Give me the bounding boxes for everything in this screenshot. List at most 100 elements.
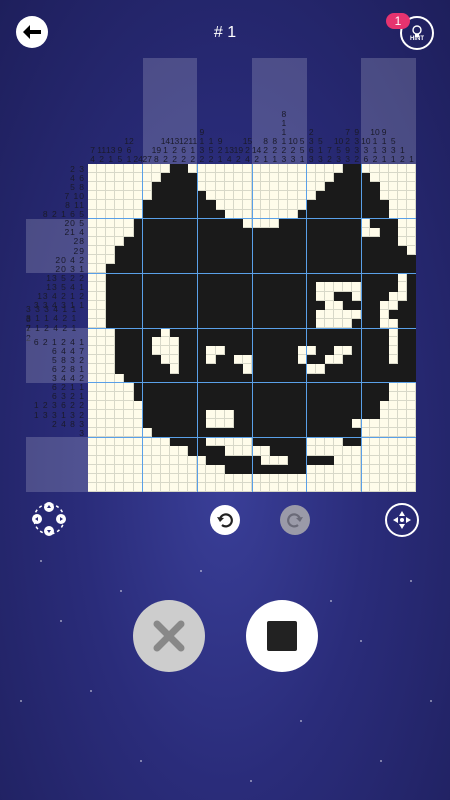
grid-cell[interactable] [306,355,316,365]
grid-cell[interactable] [124,437,134,447]
grid-cell[interactable] [197,191,207,201]
grid-cell[interactable] [160,255,170,265]
grid-cell[interactable] [106,346,116,356]
grid-cell[interactable] [224,328,234,338]
grid-cell[interactable] [97,364,107,374]
grid-cell[interactable] [124,164,134,174]
grid-cell[interactable] [233,391,243,401]
grid-cell[interactable] [106,236,116,246]
grid-cell[interactable] [406,464,416,474]
grid-cell[interactable] [288,337,298,347]
grid-cell[interactable] [124,346,134,356]
grid-cell[interactable] [315,337,325,347]
grid-cell[interactable] [388,200,398,210]
grid-cell[interactable] [215,191,225,201]
grid-cell[interactable] [224,437,234,447]
grid-cell[interactable] [270,410,280,420]
grid-cell[interactable] [379,309,389,319]
grid-cell[interactable] [115,282,125,292]
grid-cell[interactable] [370,164,380,174]
grid-cell[interactable] [142,346,152,356]
grid-cell[interactable] [388,419,398,429]
grid-cell[interactable] [170,328,180,338]
grid-cell[interactable] [279,455,289,465]
grid-cell[interactable] [370,328,380,338]
grid-cell[interactable] [279,255,289,265]
grid-cell[interactable] [179,218,189,228]
grid-cell[interactable] [215,400,225,410]
grid-cell[interactable] [279,246,289,256]
grid-cell[interactable] [388,300,398,310]
grid-cell[interactable] [270,355,280,365]
grid-cell[interactable] [324,191,334,201]
grid-cell[interactable] [334,391,344,401]
grid-cell[interactable] [179,291,189,301]
grid-cell[interactable] [197,282,207,292]
grid-cell[interactable] [115,464,125,474]
grid-cell[interactable] [379,255,389,265]
grid-cell[interactable] [233,191,243,201]
grid-cell[interactable] [106,173,116,183]
grid-cell[interactable] [142,355,152,365]
grid-cell[interactable] [97,437,107,447]
grid-cell[interactable] [142,273,152,283]
grid-cell[interactable] [170,255,180,265]
grid-cell[interactable] [279,391,289,401]
grid-cell[interactable] [343,346,353,356]
grid-cell[interactable] [306,291,316,301]
grid-cell[interactable] [361,191,371,201]
grid-cell[interactable] [106,464,116,474]
grid-cell[interactable] [170,246,180,256]
grid-cell[interactable] [106,273,116,283]
grid-cell[interactable] [224,291,234,301]
grid-cell[interactable] [124,291,134,301]
grid-cell[interactable] [406,355,416,365]
grid-cell[interactable] [106,227,116,237]
grid-cell[interactable] [388,482,398,492]
grid-cell[interactable] [315,364,325,374]
grid-cell[interactable] [160,191,170,201]
grid-cell[interactable] [142,364,152,374]
grid-cell[interactable] [279,273,289,283]
grid-cell[interactable] [270,191,280,201]
grid-cell[interactable] [324,346,334,356]
grid-cell[interactable] [151,464,161,474]
grid-cell[interactable] [324,464,334,474]
grid-cell[interactable] [406,337,416,347]
grid-cell[interactable] [233,464,243,474]
grid-cell[interactable] [270,346,280,356]
grid-cell[interactable] [106,328,116,338]
grid-cell[interactable] [406,309,416,319]
grid-cell[interactable] [397,391,407,401]
grid-cell[interactable] [106,309,116,319]
grid-cell[interactable] [388,173,398,183]
grid-cell[interactable] [343,173,353,183]
grid-cell[interactable] [379,218,389,228]
grid-cell[interactable] [88,346,98,356]
grid-cell[interactable] [288,282,298,292]
grid-cell[interactable] [397,273,407,283]
grid-cell[interactable] [288,164,298,174]
grid-cell[interactable] [279,236,289,246]
grid-cell[interactable] [370,464,380,474]
grid-cell[interactable] [224,182,234,192]
grid-cell[interactable] [288,200,298,210]
grid-cell[interactable] [106,300,116,310]
grid-cell[interactable] [406,410,416,420]
grid-cell[interactable] [270,273,280,283]
grid-cell[interactable] [179,337,189,347]
grid-cell[interactable] [179,273,189,283]
grid-cell[interactable] [233,328,243,338]
grid-cell[interactable] [324,337,334,347]
grid-cell[interactable] [343,300,353,310]
grid-cell[interactable] [343,282,353,292]
grid-cell[interactable] [106,200,116,210]
grid-cell[interactable] [406,182,416,192]
grid-cell[interactable] [151,328,161,338]
grid-cell[interactable] [206,182,216,192]
grid-cell[interactable] [206,473,216,483]
grid-cell[interactable] [206,410,216,420]
grid-cell[interactable] [224,419,234,429]
grid-cell[interactable] [252,464,262,474]
grid-cell[interactable] [306,364,316,374]
